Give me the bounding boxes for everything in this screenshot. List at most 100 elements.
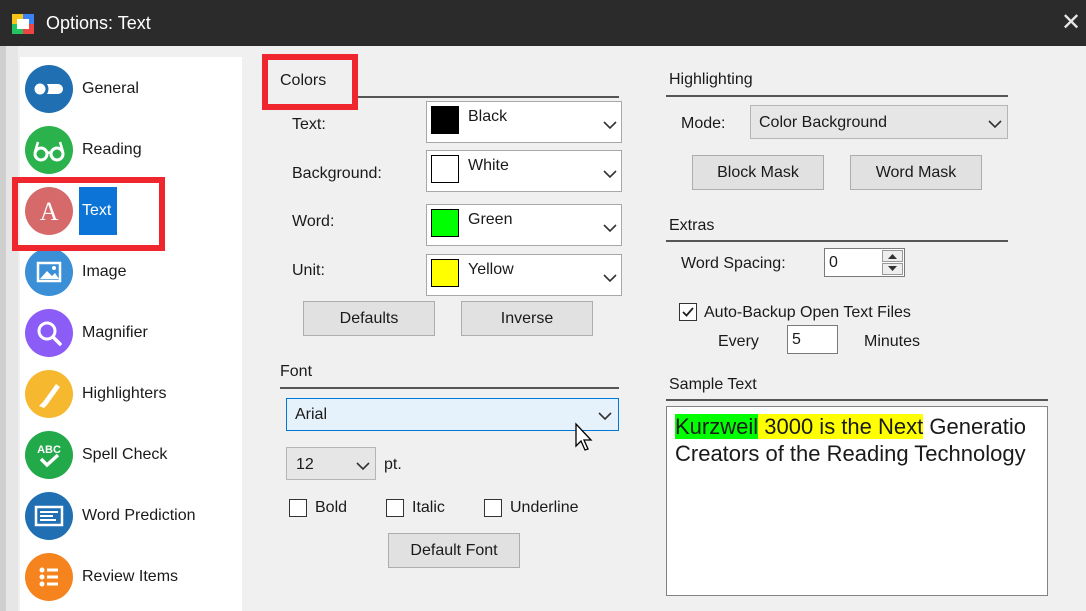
chevron-down-icon	[603, 224, 617, 233]
sidebar-item-general[interactable]: General	[20, 61, 242, 117]
word-spacing-label: Word Spacing:	[681, 255, 786, 272]
title-bar	[0, 0, 1086, 46]
annotation-highlight	[12, 177, 165, 251]
color-swatch	[431, 106, 459, 134]
sample-text-divider	[666, 399, 1048, 401]
sidebar: General Reading A Text Image Magnifier H…	[20, 57, 242, 611]
word-color-label: Word:	[292, 213, 335, 230]
word-prediction-icon	[25, 492, 73, 540]
underline-checkbox[interactable]	[484, 499, 502, 517]
unit-color-select[interactable]: Yellow	[426, 254, 622, 296]
font-size-unit: pt.	[384, 456, 402, 473]
word-spacing-stepper[interactable]: 0	[824, 248, 905, 277]
image-icon	[25, 248, 73, 296]
sidebar-item-reading[interactable]: Reading	[20, 122, 242, 178]
sidebar-item-spell-check[interactable]: ABC Spell Check	[20, 427, 242, 483]
colors-divider	[358, 96, 619, 98]
sidebar-item-word-prediction[interactable]: Word Prediction	[20, 488, 242, 544]
sidebar-item-label: Word Prediction	[82, 507, 196, 524]
chevron-down-icon	[598, 412, 612, 421]
sidebar-item-magnifier[interactable]: Magnifier	[20, 305, 242, 361]
extras-heading: Extras	[669, 217, 715, 234]
spell-check-icon: ABC	[25, 431, 73, 479]
sidebar-item-review-items[interactable]: Review Items	[20, 549, 242, 605]
block-mask-button[interactable]: Block Mask	[692, 155, 824, 190]
sample-rest: Generatio	[923, 414, 1026, 439]
defaults-button[interactable]: Defaults	[303, 301, 435, 336]
color-swatch	[431, 155, 459, 183]
list-icon	[25, 553, 73, 601]
default-font-button[interactable]: Default Font	[388, 533, 520, 568]
font-divider	[280, 387, 619, 389]
word-color-select[interactable]: Green	[426, 204, 622, 246]
font-size-value: 12	[296, 456, 314, 473]
glasses-icon	[25, 126, 73, 174]
caret-down-icon	[888, 266, 897, 271]
background-color-select[interactable]: White	[426, 150, 622, 192]
chevron-down-icon	[603, 121, 617, 130]
magnifier-icon	[25, 309, 73, 357]
selected-color: Black	[468, 108, 508, 125]
selected-color: White	[468, 157, 509, 174]
mouse-cursor-icon	[575, 422, 593, 451]
highlighter-icon	[25, 370, 73, 418]
sidebar-item-image[interactable]: Image	[20, 244, 242, 300]
color-swatch	[431, 259, 459, 287]
extras-divider	[666, 240, 1008, 242]
color-swatch	[431, 209, 459, 237]
sidebar-item-label: General	[82, 80, 139, 97]
sidebar-item-highlighters[interactable]: Highlighters	[20, 366, 242, 422]
spin-down-button[interactable]	[882, 263, 903, 275]
auto-backup-checkbox[interactable]	[679, 303, 697, 321]
window-title: Options: Text	[46, 13, 151, 33]
sidebar-item-label: Reading	[82, 141, 142, 158]
sidebar-item-label: Highlighters	[82, 385, 167, 402]
highlight-mode-select[interactable]: Color Background	[750, 105, 1008, 139]
chevron-down-icon	[603, 170, 617, 179]
sidebar-item-label: Magnifier	[82, 324, 148, 341]
sidebar-item-label: Review Items	[82, 568, 179, 585]
sidebar-item-label: Image	[82, 263, 127, 280]
checkmark-icon	[682, 307, 694, 317]
italic-label: Italic	[412, 499, 445, 516]
every-label: Every	[718, 333, 759, 350]
selected-color: Yellow	[468, 261, 514, 278]
mode-label: Mode:	[681, 115, 726, 132]
sample-text-heading: Sample Text	[669, 376, 757, 393]
font-face-value: Arial	[295, 406, 328, 423]
sample-highlight-word: Kurzweil	[675, 414, 759, 439]
word-mask-button[interactable]: Word Mask	[850, 155, 982, 190]
sample-line-2: Creators of the Reading Technology	[675, 441, 1026, 466]
highlighting-divider	[666, 95, 1008, 97]
toggle-icon	[25, 65, 73, 113]
spin-up-button[interactable]	[882, 250, 903, 262]
text-color-label: Text:	[292, 116, 326, 133]
highlight-mode-value: Color Background	[759, 114, 888, 131]
caret-up-icon	[888, 254, 897, 259]
chevron-down-icon	[603, 274, 617, 283]
auto-backup-label: Auto-Backup Open Text Files	[704, 304, 911, 321]
italic-checkbox[interactable]	[386, 499, 404, 517]
selected-color: Green	[468, 211, 513, 228]
sample-line-1: Kurzweil 3000 is the Next Generatio	[667, 407, 1047, 440]
font-size-select[interactable]: 12	[286, 447, 376, 480]
sample-text-preview: Kurzweil 3000 is the Next Generatio Crea…	[666, 406, 1048, 596]
bold-checkbox[interactable]	[289, 499, 307, 517]
minutes-label: Minutes	[864, 333, 921, 350]
close-icon[interactable]: ✕	[1058, 10, 1084, 36]
sample-highlight-unit: 3000 is the Next	[758, 414, 924, 439]
inverse-button[interactable]: Inverse	[461, 301, 593, 336]
svg-text:ABC: ABC	[37, 444, 61, 456]
colors-heading: Colors	[280, 72, 327, 89]
backup-interval-input[interactable]: 5	[787, 325, 838, 354]
chevron-down-icon	[988, 120, 1002, 129]
app-icon	[12, 14, 34, 34]
font-heading: Font	[280, 363, 313, 380]
underline-label: Underline	[510, 499, 579, 516]
bold-label: Bold	[315, 499, 348, 516]
font-face-select[interactable]: Arial	[286, 398, 619, 431]
sidebar-item-label: Spell Check	[82, 446, 168, 463]
text-color-select[interactable]: Black	[426, 101, 622, 143]
word-spacing-value: 0	[829, 254, 838, 271]
window-edge-shadow	[0, 46, 6, 611]
